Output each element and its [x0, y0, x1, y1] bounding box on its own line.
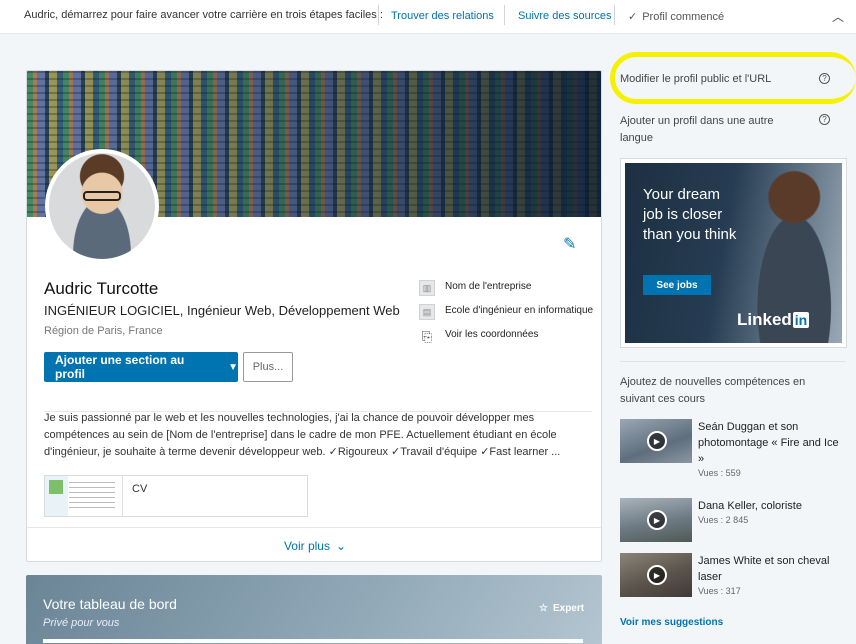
course-thumbnail: ▶: [620, 553, 692, 597]
add-language-profile-link[interactable]: Ajouter un profil dans une autre langue: [620, 113, 796, 147]
course-item[interactable]: ▶ Dana Keller, coloriste Vues : 2 845: [620, 498, 846, 542]
avatar[interactable]: [45, 149, 159, 263]
course-views: Vues : 317: [698, 586, 741, 596]
help-icon[interactable]: ?: [819, 73, 830, 84]
profile-started-label: Profil commencé: [642, 10, 725, 23]
profile-summary: Je suis passionné par le web et les nouv…: [44, 411, 592, 467]
checkmark-icon: ✓: [628, 11, 638, 23]
divider: [614, 5, 615, 25]
dashboard-card: Votre tableau de bord Privé pour vous ☆ …: [26, 575, 602, 644]
follow-sources-link[interactable]: Suivre des sources: [518, 10, 612, 22]
course-item[interactable]: ▶ James White et son cheval laser Vues :…: [620, 553, 846, 597]
profile-facts: ▥ Nom de l'entreprise ▤ Ecole d'ingénieu…: [419, 280, 599, 352]
job-ad[interactable]: Your dream job is closer than you think …: [620, 158, 847, 348]
school-icon: ▤: [419, 304, 435, 320]
profile-card: ✎ Audric Turcotte INGÉNIEUR LOGICIEL, In…: [26, 70, 602, 562]
document-label: CV: [132, 483, 148, 495]
divider: [620, 361, 846, 362]
see-more-label: Voir plus: [283, 538, 330, 553]
find-connections-link[interactable]: Trouver des relations: [391, 10, 494, 22]
contact-card-icon: ⎘: [421, 328, 433, 344]
course-thumbnail: ▶: [620, 498, 692, 542]
course-views: Vues : 559: [698, 468, 741, 478]
school-label: Ecole d'ingénieur en informatique: [445, 305, 594, 316]
profile-started-step[interactable]: ✓ Profil commencé: [628, 10, 725, 24]
logo-text: Linked: [737, 310, 792, 329]
building-icon: ▥: [419, 280, 435, 296]
divider: [378, 5, 379, 25]
play-icon: ▶: [647, 431, 667, 451]
profile-headline: INGÉNIEUR LOGICIEL, Ingénieur Web, Dével…: [44, 303, 400, 318]
onboarding-bar: Audric, démarrez pour faire avancer votr…: [0, 0, 856, 34]
summary-text: Je suis passionné par le web et les nouv…: [44, 412, 561, 458]
profile-location: Région de Paris, France: [44, 325, 163, 337]
course-title: Seán Duggan et son photomontage « Fire a…: [698, 421, 839, 465]
logo-in: in: [792, 312, 810, 328]
company-fact[interactable]: ▥ Nom de l'entreprise: [419, 280, 599, 296]
chevron-down-icon: ⌄: [335, 538, 347, 553]
see-more-button[interactable]: Voir plus ⌄: [27, 527, 601, 561]
course-title: James White et son cheval laser: [698, 555, 830, 583]
chevron-down-icon[interactable]: ︿: [832, 8, 844, 25]
more-button[interactable]: Plus...: [243, 352, 293, 382]
expert-badge[interactable]: ☆ Expert: [539, 603, 584, 614]
profile-name: Audric Turcotte: [44, 279, 159, 298]
course-title: Dana Keller, coloriste: [698, 500, 802, 512]
ad-copy: Your dream job is closer than you think: [643, 186, 737, 243]
play-icon: ▶: [647, 565, 667, 585]
course-item[interactable]: ▶ Seán Duggan et son photomontage « Fire…: [620, 419, 846, 478]
course-views: Vues : 2 845: [698, 515, 749, 525]
school-fact[interactable]: ▤ Ecole d'ingénieur en informatique: [419, 304, 599, 320]
contact-fact[interactable]: ⎘ Voir les coordonnées: [419, 328, 599, 344]
star-icon: ☆: [539, 603, 548, 614]
divider: [504, 5, 505, 25]
see-suggestions-link[interactable]: Voir mes suggestions: [620, 617, 723, 628]
see-jobs-button[interactable]: See jobs: [643, 275, 711, 295]
document-attachment[interactable]: CV: [44, 475, 308, 517]
document-thumbnail: [45, 476, 123, 516]
add-profile-section-button[interactable]: Ajouter une section au profil ▼: [44, 352, 238, 382]
dashboard-title: Votre tableau de bord: [43, 596, 177, 612]
linkedin-logo: Linked in: [737, 310, 810, 330]
caret-down-icon: ▼: [228, 361, 238, 373]
edit-public-profile-link[interactable]: Modifier le profil public et l'URL: [620, 71, 800, 88]
dashboard-stats-bar: [43, 639, 583, 643]
company-label: Nom de l'entreprise: [445, 281, 532, 292]
course-thumbnail: ▶: [620, 419, 692, 463]
job-ad-banner[interactable]: Your dream job is closer than you think …: [625, 163, 842, 343]
add-section-label: Ajouter une section au profil: [55, 353, 185, 381]
onboarding-intro: Audric, démarrez pour faire avancer votr…: [24, 9, 383, 21]
courses-heading: Ajoutez de nouvelles compétences en suiv…: [620, 376, 806, 405]
play-icon: ▶: [647, 510, 667, 530]
expert-label: Expert: [552, 603, 585, 614]
dashboard-subtitle: Privé pour vous: [43, 617, 120, 629]
contact-label: Voir les coordonnées: [445, 329, 539, 340]
help-icon[interactable]: ?: [819, 114, 830, 125]
pencil-icon[interactable]: ✎: [563, 234, 576, 254]
